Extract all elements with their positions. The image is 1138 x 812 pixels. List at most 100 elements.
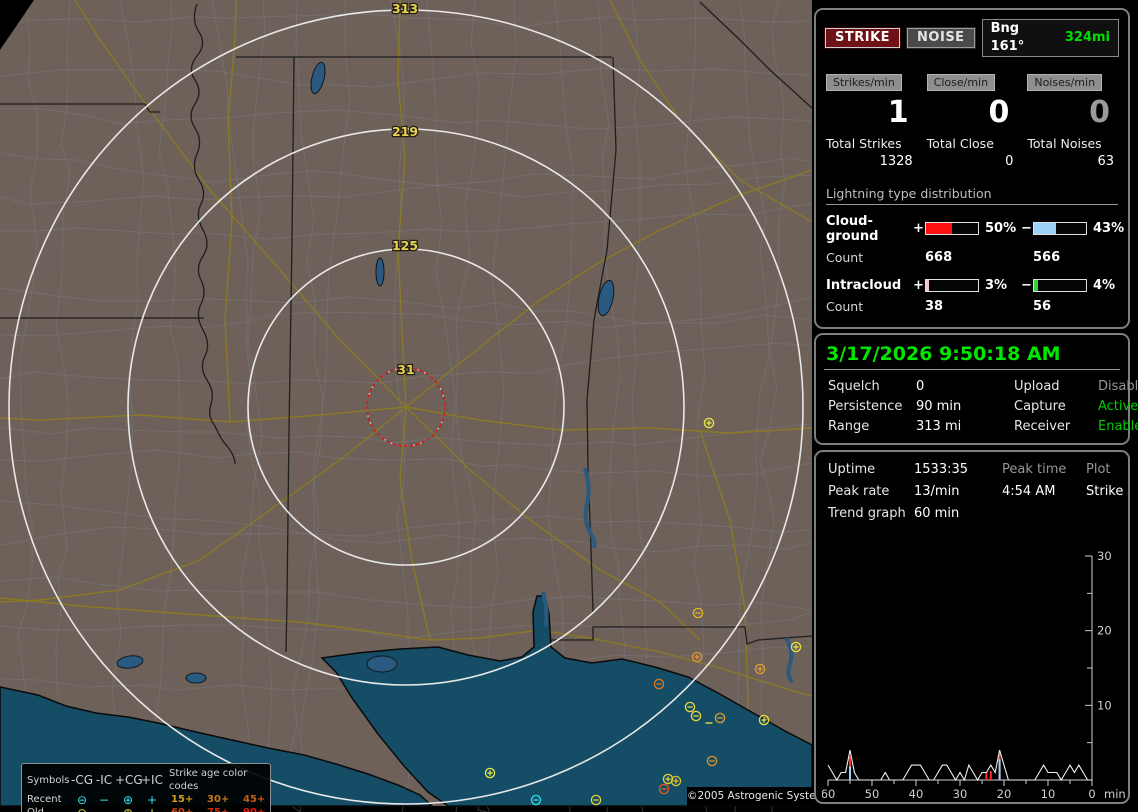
recent-ic-neg-icon: − bbox=[98, 792, 110, 807]
age-15: 15+ bbox=[171, 794, 194, 805]
lightning-distribution: Lightning type distribution Cloud-ground… bbox=[826, 186, 1124, 314]
noises-per-min-chip: Noises/min bbox=[1027, 74, 1103, 91]
noises-per-min-value: 0 bbox=[1089, 95, 1111, 130]
legend-age-title: Strike age color codes bbox=[169, 768, 248, 792]
trend-line bbox=[827, 749, 1092, 782]
strike-toggle-button[interactable]: STRIKE bbox=[825, 28, 901, 48]
cg-neg-percent: 43% bbox=[1093, 221, 1125, 236]
recent-cg-neg-icon: ⊖ bbox=[76, 792, 88, 807]
age-45: 45+ bbox=[243, 794, 266, 805]
svg-text:20: 20 bbox=[997, 787, 1012, 801]
range-value: 313 mi bbox=[916, 419, 962, 434]
peak-rate-value: 13/min bbox=[914, 484, 960, 499]
close-per-min-value: 0 bbox=[988, 95, 1010, 130]
copyright-text: ©2005 Astrogenic Systems bbox=[687, 787, 831, 806]
close-per-min-chip: Close/min bbox=[926, 74, 996, 91]
app-window: 313 219 125 31 Symbols -CG -IC +CG +IC Stri… bbox=[0, 0, 1138, 812]
ic-pos-count: 38 bbox=[925, 298, 944, 314]
trend-graph: 60 50 40 30 20 10 0 min 10 20 30 bbox=[822, 549, 1126, 801]
svg-text:60: 60 bbox=[822, 787, 835, 801]
total-close-value: 0 bbox=[1005, 153, 1014, 169]
legend-row-recent: Recent bbox=[27, 794, 62, 805]
trend-ticks bbox=[827, 555, 1093, 786]
receiver-status: Enabled bbox=[1098, 419, 1138, 434]
close-counter: Close/min 0 Total Close 0 bbox=[926, 74, 1018, 169]
persistence-value: 90 min bbox=[916, 399, 962, 414]
trend-overlay-marks bbox=[849, 753, 1001, 780]
age-60: 60+ bbox=[169, 806, 205, 812]
intracloud-label: Intracloud bbox=[826, 277, 902, 293]
minus-sign: − bbox=[1021, 221, 1032, 236]
strikes-per-min-chip: Strikes/min bbox=[826, 74, 902, 91]
range-label: Range bbox=[828, 419, 870, 434]
plus-sign: + bbox=[913, 277, 924, 293]
total-strikes-label: Total Strikes bbox=[826, 135, 902, 151]
trend-graph-label: Trend graph bbox=[828, 506, 906, 521]
squelch-value: 0 bbox=[916, 379, 925, 394]
legend-col-neg-cg: -CG bbox=[71, 773, 94, 787]
ic-pos-percent: 3% bbox=[985, 277, 1008, 293]
age-75: 75+ bbox=[205, 806, 241, 812]
symbol-legend: Symbols -CG -IC +CG +IC Strike age color… bbox=[21, 763, 271, 812]
ic-neg-bar bbox=[1033, 278, 1087, 292]
total-strikes-value: 1328 bbox=[879, 153, 913, 169]
cg-pos-percent: 50% bbox=[985, 221, 1017, 236]
persistence-label: Persistence bbox=[828, 399, 903, 414]
old-ic-pos-icon: + bbox=[141, 807, 163, 812]
svg-text:30: 30 bbox=[953, 787, 968, 801]
strikes-per-min-value: 1 bbox=[887, 95, 909, 130]
plus-sign: + bbox=[913, 221, 924, 236]
cg-neg-count: 566 bbox=[1033, 249, 1061, 265]
legend-col-neg-ic: -IC bbox=[95, 773, 113, 787]
legend-row-old: Old bbox=[27, 806, 71, 812]
squelch-label: Squelch bbox=[828, 379, 880, 394]
plot-mode-value: Strike bbox=[1086, 484, 1124, 499]
ic-count-label: Count bbox=[826, 298, 864, 314]
svg-text:40: 40 bbox=[909, 787, 924, 801]
age-30: 30+ bbox=[207, 794, 230, 805]
ring-label-313: 313 bbox=[392, 1, 418, 16]
legend-col-pos-ic: +IC bbox=[141, 773, 163, 787]
upload-status: Disabled bbox=[1098, 379, 1138, 394]
total-noises-label: Total Noises bbox=[1027, 135, 1102, 151]
plot-label: Plot bbox=[1086, 462, 1111, 477]
total-close-label: Total Close bbox=[926, 135, 994, 151]
cloud-ground-label: Cloud-ground bbox=[826, 213, 879, 244]
noise-toggle-button[interactable]: NOISE bbox=[907, 28, 975, 48]
svg-text:min: min bbox=[1104, 787, 1126, 801]
uptime-value: 1533:35 bbox=[914, 462, 969, 477]
legend-col-pos-cg: +CG bbox=[115, 773, 143, 787]
svg-text:10: 10 bbox=[1041, 787, 1056, 801]
legend-symbols-header: Symbols bbox=[27, 774, 70, 786]
recent-ic-pos-icon: + bbox=[146, 792, 158, 807]
recent-cg-pos-icon: ⊕ bbox=[122, 792, 134, 807]
svg-text:30: 30 bbox=[1097, 549, 1112, 563]
receiver-label: Receiver bbox=[1014, 419, 1071, 434]
capture-status: Active bbox=[1098, 399, 1138, 414]
old-cg-neg-icon: ⊖ bbox=[71, 807, 93, 812]
map-canvas[interactable]: 313 219 125 31 bbox=[0, 0, 812, 812]
ring-label-125: 125 bbox=[392, 238, 418, 253]
ring-label-31: 31 bbox=[397, 362, 414, 377]
age-90: 90+ bbox=[241, 806, 277, 812]
upload-label: Upload bbox=[1014, 379, 1060, 394]
trend-window-value: 60 min bbox=[914, 506, 960, 521]
peak-time-label: Peak time bbox=[1002, 462, 1067, 477]
bearing-value: Bng 161° bbox=[990, 21, 1025, 54]
lightning-map[interactable]: 313 219 125 31 Symbols -CG -IC +CG +IC Stri… bbox=[0, 0, 831, 812]
minus-sign: − bbox=[1021, 277, 1032, 293]
cg-pos-bar bbox=[925, 222, 979, 235]
ring-label-219: 219 bbox=[392, 124, 418, 139]
capture-label: Capture bbox=[1014, 399, 1066, 414]
distribution-title: Lightning type distribution bbox=[826, 186, 1118, 205]
ic-neg-percent: 4% bbox=[1093, 277, 1116, 293]
peak-rate-label: Peak rate bbox=[828, 484, 890, 499]
uptime-label: Uptime bbox=[828, 462, 876, 477]
peak-time-value: 4:54 AM bbox=[1002, 484, 1056, 499]
old-cg-pos-icon: ⊕ bbox=[115, 807, 141, 812]
svg-text:20: 20 bbox=[1097, 624, 1112, 638]
strikes-counter: Strikes/min 1 Total Strikes 1328 bbox=[826, 74, 917, 169]
old-ic-neg-icon: − bbox=[93, 807, 115, 812]
bearing-range-value: 324mi bbox=[1064, 30, 1110, 45]
trend-panel: Uptime 1533:35 Peak time Plot Peak rate … bbox=[814, 450, 1130, 804]
